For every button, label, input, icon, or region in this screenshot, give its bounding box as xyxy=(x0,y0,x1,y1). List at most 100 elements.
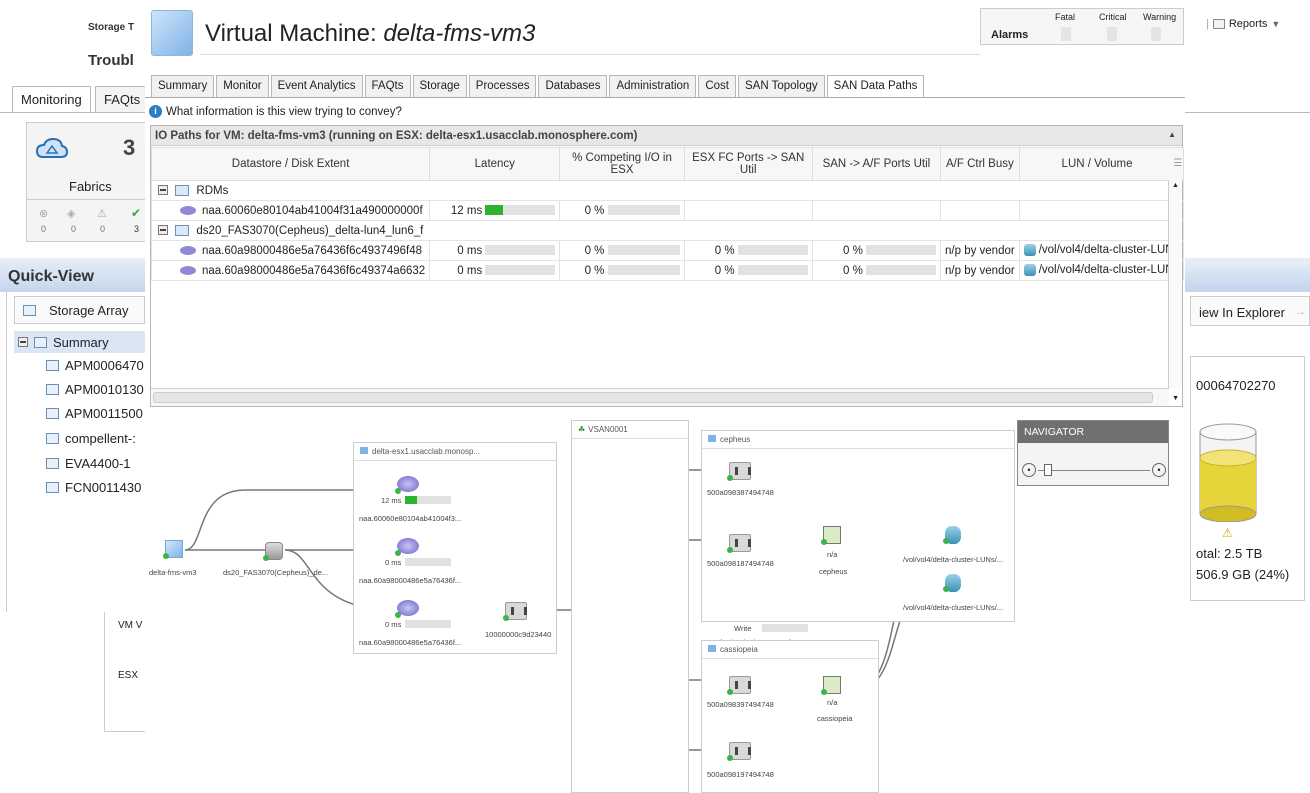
column-menu-icon[interactable]: ☰ xyxy=(1173,158,1182,169)
table-row[interactable]: naa.60a98000486e5a76436f6c49374a6632 0 m… xyxy=(150,260,1185,281)
storage-icon xyxy=(46,432,59,444)
zoom-in-icon[interactable]: • xyxy=(1152,463,1166,477)
group-row[interactable]: ds20_FAS3070(Cepheus)_delta-lun4_lun6_f xyxy=(150,220,1185,241)
tree-item-summary[interactable]: Summary xyxy=(18,332,109,352)
array-icon xyxy=(708,435,716,442)
horizontal-scrollbar[interactable] xyxy=(151,388,1169,406)
disk-name: naa.60a98000486e5a76436f6c49374a6632 xyxy=(202,264,426,277)
tab-processes[interactable]: Processes xyxy=(468,75,537,97)
col-latency[interactable]: Latency xyxy=(429,147,561,181)
controller-na: n/a xyxy=(827,550,838,559)
tab-monitor[interactable]: Monitor xyxy=(216,75,269,97)
group-name: ds20_FAS3070(Cepheus)_delta-lun4_lun6_f xyxy=(196,224,424,237)
tree-item-label: APM0006470 xyxy=(65,357,144,373)
tree-item-array[interactable]: compellent-: xyxy=(46,428,136,448)
cloud-icon xyxy=(35,137,69,158)
view-in-explorer-button[interactable]: iew In Explorer → xyxy=(1190,296,1310,326)
capacity-used: 506.9 GB (24%) xyxy=(1196,567,1290,582)
tree-item-array[interactable]: APM0010130 xyxy=(46,379,144,399)
group-row[interactable]: RDMs xyxy=(150,180,1185,201)
bg-tab-faqts[interactable]: FAQts xyxy=(95,86,150,113)
scroll-up-icon[interactable]: ▲ xyxy=(1172,182,1179,189)
tab-san-data-paths[interactable]: SAN Data Paths xyxy=(826,75,925,97)
latency-bar xyxy=(485,205,556,216)
scroll-down-icon[interactable]: ▼ xyxy=(1172,395,1179,402)
fabrics-divider xyxy=(27,199,159,200)
bg-tab-monitoring[interactable]: Monitoring xyxy=(12,86,91,113)
col-af-busy[interactable]: A/F Ctrl Busy xyxy=(940,147,1020,181)
datastore-label: ds20_FAS3070(Cepheus)_de... xyxy=(223,568,329,577)
tab-event-analytics[interactable]: Event Analytics xyxy=(270,75,363,97)
storage-array-button[interactable]: Storage Array xyxy=(14,296,145,324)
tab-cost[interactable]: Cost xyxy=(698,75,736,97)
alarm-fatal-cell xyxy=(1061,27,1071,41)
fabrics-card[interactable]: 3 Fabrics ⊗ ◈ ⚠ ✔ 0 0 0 3 xyxy=(26,122,159,242)
latency-value: 0 ms xyxy=(457,264,483,277)
col-lun[interactable]: LUN / Volume ☰ xyxy=(1018,147,1185,181)
capacity-total: otal: 2.5 TB xyxy=(1196,546,1263,561)
collapse-icon[interactable] xyxy=(158,185,168,196)
capacity-warning-icon: ⚠ xyxy=(1222,526,1233,540)
vsan-box[interactable]: ☘ VSAN0001 xyxy=(571,420,689,793)
table-row[interactable]: naa.60a98000486e5a76436f6c4937496f48 0 m… xyxy=(150,240,1185,261)
alarm-col-warning: Warning xyxy=(1143,12,1177,22)
esx-host-box[interactable]: delta-esx1.usacclab.monosp... xyxy=(353,442,557,654)
help-link[interactable]: i What information is this view trying t… xyxy=(149,105,402,118)
write-label: Write xyxy=(734,624,752,633)
tab-summary[interactable]: Summary xyxy=(151,75,215,97)
latency-fill xyxy=(405,496,417,504)
tab-storage[interactable]: Storage xyxy=(412,75,467,97)
competing-value: 0 % xyxy=(584,204,605,217)
tab-faqts[interactable]: FAQts xyxy=(364,75,411,97)
af-busy-value: n/p by vendor xyxy=(945,264,1015,277)
navigator-panel[interactable]: NAVIGATOR • • xyxy=(1017,420,1169,486)
disk-icon xyxy=(180,245,196,255)
tree-item-array[interactable]: APM0006470 xyxy=(46,355,144,375)
cepheus-name: cepheus xyxy=(720,435,751,444)
lun-value[interactable]: /vol/vol4/delta-cluster-LUNs xyxy=(1039,265,1180,277)
competing-value: 0 % xyxy=(584,264,605,277)
disk-icon xyxy=(180,205,196,215)
tab-administration[interactable]: Administration xyxy=(609,75,697,97)
lun-value[interactable]: /vol/vol4/delta-cluster-LUNs xyxy=(1039,245,1180,257)
collapse-icon[interactable] xyxy=(18,337,28,347)
disk-name: naa.60a98000486e5a76436f... xyxy=(359,638,462,647)
tree-item-array[interactable]: APM0011500 xyxy=(46,403,143,423)
col-lun-label: LUN / Volume xyxy=(1061,158,1133,170)
fabrics-stat-warning: 0 xyxy=(100,224,106,234)
title-vm-name: delta-fms-vm3 xyxy=(383,20,536,47)
vertical-scrollbar[interactable]: ▲ xyxy=(1168,180,1182,388)
collapse-panel-icon[interactable]: ▲ xyxy=(1168,130,1176,139)
storage-icon xyxy=(46,359,59,371)
bg-header-title: Troubl xyxy=(88,52,134,69)
col-esx-fc[interactable]: ESX FC Ports -> SAN Util xyxy=(683,147,813,181)
tree-item-label: APM0010130 xyxy=(65,381,144,397)
col-datastore[interactable]: Datastore / Disk Extent xyxy=(150,147,431,181)
tab-san-topology[interactable]: SAN Topology xyxy=(737,75,825,97)
reports-menu[interactable]: | Reports ▼ xyxy=(1206,18,1280,30)
competing-bar xyxy=(607,205,680,216)
collapse-icon[interactable] xyxy=(158,225,168,236)
zoom-slider-handle[interactable] xyxy=(1044,464,1052,476)
esx-fc-value: 0 % xyxy=(714,244,735,257)
storage-array-label: Storage Array xyxy=(49,303,129,318)
status-ok-icon xyxy=(163,553,169,559)
tab-databases[interactable]: Databases xyxy=(538,75,608,97)
alarms-panel[interactable]: Fatal Critical Warning Alarms xyxy=(980,8,1184,45)
san-af-bar xyxy=(866,245,937,256)
zoom-out-icon[interactable]: • xyxy=(1022,463,1036,477)
title-prefix: Virtual Machine: xyxy=(205,20,384,47)
capacity-cylinder-icon xyxy=(1199,423,1257,522)
col-san-af[interactable]: SAN -> A/F Ports Util xyxy=(811,147,942,181)
tree-item-array[interactable]: FCN0011430 xyxy=(46,477,141,497)
cepheus-box[interactable]: cepheus xyxy=(701,430,1015,622)
tree-item-array[interactable]: EVA4400-1 xyxy=(46,453,131,473)
volume-icon xyxy=(1023,264,1036,277)
col-competing[interactable]: % Competing I/O in ESX xyxy=(559,147,685,181)
table-row[interactable]: naa.60060e80104ab41004f31a490000000f 12 … xyxy=(150,200,1185,221)
reports-label: Reports xyxy=(1228,18,1268,30)
info-icon: i xyxy=(149,105,162,118)
volume-label: /vol/vol4/delta-cluster-LUNs/... xyxy=(903,555,1004,564)
alarm-col-fatal: Fatal xyxy=(1055,12,1076,22)
hscroll-thumb[interactable] xyxy=(153,392,1153,403)
